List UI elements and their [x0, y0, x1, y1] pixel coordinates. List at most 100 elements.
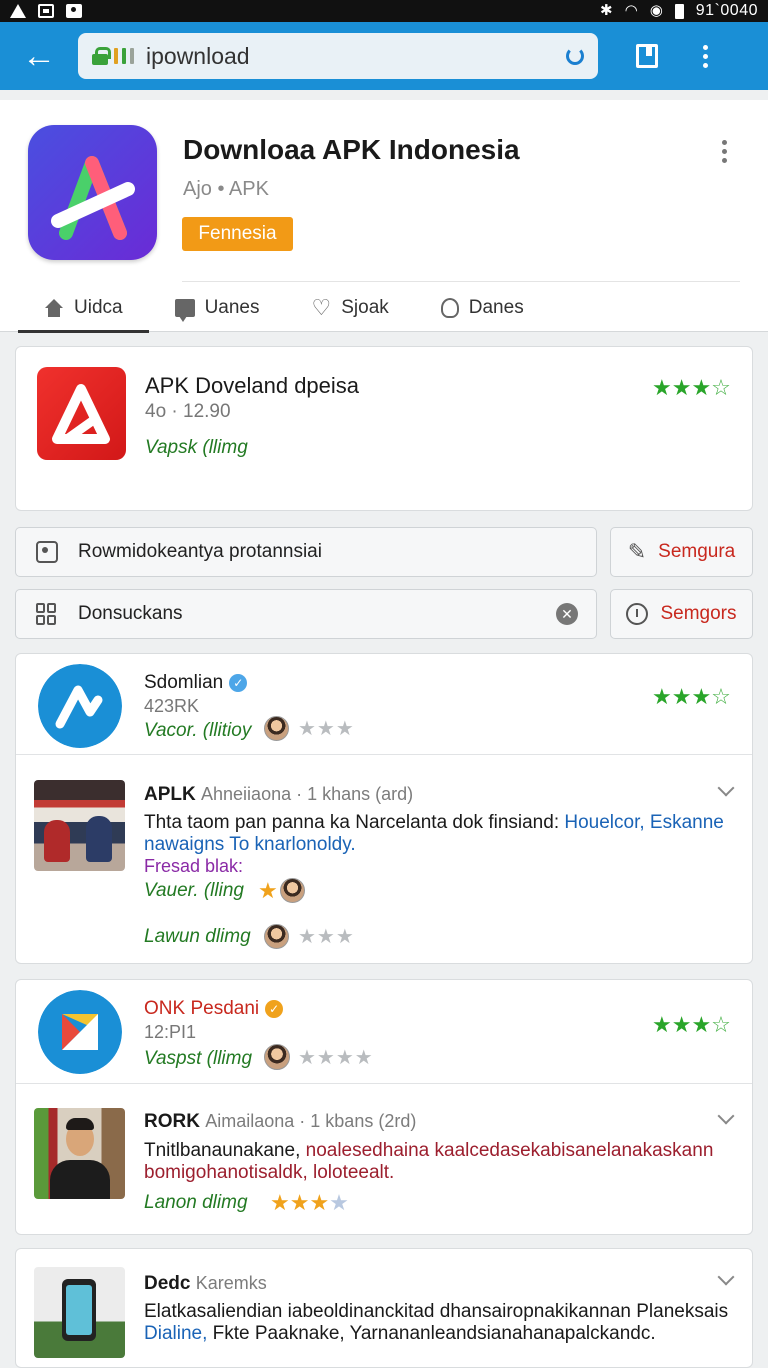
news-link-1[interactable]: Lanon dlimg — [144, 1192, 248, 1214]
list-item-meta: 12:PI1 — [144, 1022, 197, 1042]
news-headline: RORK Aimailaona · 1 kbans (2rd) — [144, 1111, 416, 1133]
more-vert-icon — [722, 140, 727, 163]
browser-menu-button[interactable] — [676, 22, 734, 90]
news-link[interactable]: nawaigns To knarlonoldy. — [144, 834, 356, 855]
verified-icon: ✓ — [229, 674, 248, 692]
list-app-icon[interactable] — [38, 990, 122, 1074]
gray-rating: ★★★ — [298, 926, 355, 948]
notification-icon — [66, 4, 82, 18]
list-app-icon[interactable] — [38, 664, 122, 748]
battery-icon — [674, 3, 684, 19]
list-card-2: ONK Pesdani ✓ 12:PI1 Vaspst (llimg ★★★★ … — [15, 979, 753, 1235]
news-body-text: Fkte Paaknake, Yarnananleandsianahanapal… — [207, 1323, 656, 1344]
status-bar: ✱ ◠ ◉ 91`0040 — [0, 0, 768, 22]
header-divider — [182, 281, 740, 282]
list-item-link[interactable]: Vaspst (llimg — [144, 1048, 252, 1070]
news-source: Karemks — [195, 1273, 267, 1293]
app-subtitle: Ajo • APK — [183, 178, 269, 200]
news-source: Aimailaona · 1 kbans (2rd) — [205, 1111, 417, 1131]
semgura-button[interactable]: ✎ Semgura — [610, 527, 753, 577]
list-item-rating: ★★★☆ — [652, 1012, 731, 1037]
news-link-2[interactable]: Lawun dlimg — [144, 926, 251, 948]
news-link[interactable]: Houelcor, Eskanne — [564, 812, 724, 833]
tabs-button[interactable] — [618, 22, 676, 90]
list-item-title-text: ONK Pesdani — [144, 998, 260, 1019]
news-body: Elatkasaliendian iabeoldinanckitad dhans… — [144, 1301, 742, 1345]
featured-rating: ★★★☆ — [652, 375, 731, 400]
news-link[interactable]: bomigohanotisaldk, loloteealt. — [144, 1162, 394, 1183]
action-row-text: Donsuckans — [78, 603, 183, 624]
reload-icon[interactable] — [566, 47, 584, 65]
avatar — [264, 716, 289, 741]
tab-label: Danes — [468, 296, 524, 318]
bulb-icon — [440, 297, 459, 318]
grid-icon — [36, 603, 58, 625]
news-title: APLK — [144, 784, 196, 805]
list-card-1: Sdomlian ✓ 423RK Vacor. (llitioy ★★★ ★★★… — [15, 653, 753, 964]
featured-title: APK Doveland dpeisa — [145, 373, 360, 398]
news-body: Tnitlbanaunakane, noalesedhaina kaalceda… — [144, 1140, 742, 1184]
app-menu-button[interactable] — [722, 140, 727, 163]
action-row-text: Rowmidokeantya protannsiai — [78, 541, 322, 562]
featured-meta: 4o · 12.90 — [145, 401, 231, 422]
clear-icon[interactable]: ✕ — [556, 603, 578, 625]
chevron-down-icon[interactable] — [717, 1268, 735, 1286]
tab-home[interactable]: Uidca — [18, 283, 149, 333]
list-item-title: Sdomlian ✓ — [144, 672, 248, 694]
gray-rating: ★★★★ — [298, 1047, 374, 1069]
back-arrow-icon: ← — [22, 37, 56, 75]
site-settings-icon[interactable] — [114, 48, 134, 64]
list-item-link[interactable]: Vacor. (llitioy — [144, 720, 251, 742]
news-link-1[interactable]: Vauer. (lling — [144, 880, 244, 902]
semgors-button[interactable]: Semgors — [610, 589, 753, 639]
news-headline: APLK Ahneiiaona · 1 khans (ard) — [144, 784, 413, 806]
featured-app-card[interactable]: APK Doveland dpeisa 4o · 12.90 Vapsk (ll… — [15, 346, 753, 511]
gold-rating: ★ — [258, 878, 278, 903]
app-logo-icon — [28, 125, 157, 260]
featured-app-icon — [37, 367, 126, 460]
url-bar[interactable]: ipownload — [78, 33, 598, 79]
browser-toolbar: ← ipownload — [0, 22, 768, 90]
home-icon — [44, 298, 64, 317]
news-link[interactable]: noalesedhaina kaalcedasekabisanelanakask… — [306, 1140, 714, 1161]
back-button[interactable]: ← — [0, 22, 78, 90]
square-icon — [36, 541, 58, 563]
news-title: Dedc — [144, 1273, 191, 1294]
verified-icon: ✓ — [265, 1000, 284, 1018]
tab-label: Uidca — [74, 296, 123, 318]
region-badge[interactable]: Fennesia — [182, 217, 293, 251]
news-link[interactable]: Dialine, — [144, 1323, 207, 1344]
bluetooth-icon: ✱ — [600, 2, 613, 19]
news-thumbnail[interactable] — [34, 780, 125, 871]
tab-sjoak[interactable]: ♡ Sjoak — [286, 283, 415, 332]
news-body-text: Thta taom pan panna ka Narcelanta dok fi… — [144, 812, 565, 833]
alarm-icon: ◉ — [649, 2, 663, 19]
lock-icon — [92, 47, 111, 65]
tab-label: Uanes — [204, 296, 260, 318]
status-time: 91`0040 — [695, 2, 758, 19]
news-headline: Dedc Karemks — [144, 1273, 267, 1295]
avatar — [264, 1044, 290, 1070]
news-thumbnail[interactable] — [34, 1108, 125, 1199]
tab-uanes[interactable]: Uanes — [149, 283, 286, 332]
tab-label: Sjoak — [341, 296, 389, 318]
heart-icon: ♡ — [311, 294, 332, 320]
button-label: Semgors — [660, 603, 737, 624]
pen-icon: ✎ — [627, 539, 647, 564]
app-header: Downloaa APK Indonesia Ajo • APK Fennesi… — [0, 100, 768, 333]
list-item-title: ONK Pesdani ✓ — [144, 998, 284, 1020]
chevron-down-icon[interactable] — [717, 779, 735, 797]
wifi-icon: ◠ — [624, 2, 638, 19]
action-row-1[interactable]: Rowmidokeantya protannsiai — [15, 527, 597, 577]
chevron-down-icon[interactable] — [717, 1107, 735, 1125]
more-vert-icon — [702, 44, 708, 68]
tab-danes[interactable]: Danes — [415, 283, 550, 332]
url-text[interactable]: ipownload — [146, 43, 566, 70]
featured-link[interactable]: Vapsk (llimg — [145, 437, 248, 459]
list-item-title-text: Sdomlian — [144, 672, 224, 693]
action-row-2[interactable]: Donsuckans ✕ — [15, 589, 597, 639]
news-thumbnail[interactable] — [34, 1267, 125, 1358]
gold-rating: ★★★★ — [270, 1190, 349, 1215]
list-item-rating: ★★★☆ — [652, 684, 731, 709]
divider — [16, 1083, 752, 1084]
